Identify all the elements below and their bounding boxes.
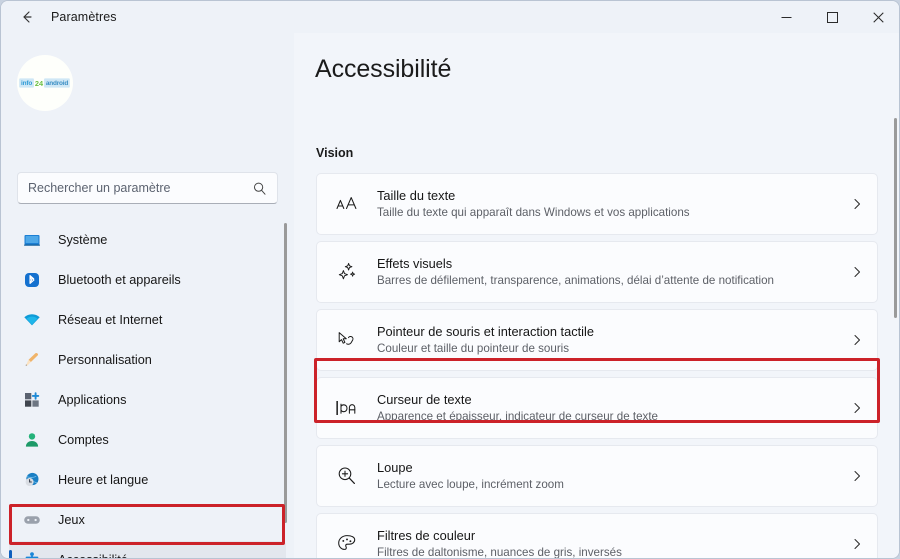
card-text: Pointeur de souris et interaction tactil… xyxy=(377,323,837,357)
apps-icon xyxy=(21,389,43,411)
sidebar-item-label: Réseau et Internet xyxy=(58,313,163,327)
search-icon xyxy=(252,181,267,196)
person-icon xyxy=(21,429,43,451)
section-title-vision: Vision xyxy=(316,146,354,160)
sidebar-item-applications[interactable]: Applications xyxy=(9,381,286,419)
avatar-logo-number: 24 xyxy=(35,78,44,88)
title-bar: Paramètres xyxy=(1,1,899,33)
chevron-right-icon xyxy=(837,334,877,346)
card-loupe[interactable]: Loupe Lecture avec loupe, incrément zoom xyxy=(316,445,878,507)
avatar: info 24 android xyxy=(17,55,73,111)
window-controls xyxy=(763,1,899,33)
card-text: Curseur de texte Apparence et épaisseur,… xyxy=(377,391,837,425)
main-content: Accessibilité Vision Taille du texte Tai… xyxy=(294,33,899,559)
sidebar-item-heure-et-langue[interactable]: Heure et langue xyxy=(9,461,286,499)
minimize-icon xyxy=(781,12,792,23)
page-title: Accessibilité xyxy=(315,55,452,83)
sidebar-item-label: Bluetooth et appareils xyxy=(58,273,181,287)
app-title: Paramètres xyxy=(51,10,117,24)
sidebar-item-personnalisation[interactable]: Personnalisation xyxy=(9,341,286,379)
search-container xyxy=(17,172,278,204)
card-subtitle: Lecture avec loupe, incrément zoom xyxy=(377,478,564,492)
monitor-icon xyxy=(21,229,43,251)
close-button[interactable] xyxy=(855,1,899,33)
card-effets-visuels[interactable]: Effets visuels Barres de défilement, tra… xyxy=(316,241,878,303)
bluetooth-icon xyxy=(21,269,43,291)
card-text: Filtres de couleur Filtres de daltonisme… xyxy=(377,527,837,559)
card-pointeur-de-souris-et-interaction-tactile[interactable]: Pointeur de souris et interaction tactil… xyxy=(316,309,878,371)
card-title: Effets visuels xyxy=(377,256,453,272)
card-curseur-de-texte[interactable]: Curseur de texte Apparence et épaisseur,… xyxy=(316,377,878,439)
sidebar-item-label: Comptes xyxy=(58,433,109,447)
chevron-right-icon xyxy=(837,266,877,278)
card-taille-du-texte[interactable]: Taille du texte Taille du texte qui appa… xyxy=(316,173,878,235)
card-text: Effets visuels Barres de défilement, tra… xyxy=(377,255,837,289)
card-subtitle: Couleur et taille du pointeur de souris xyxy=(377,342,570,356)
sidebar-item-accessibilite[interactable]: Accessibilité xyxy=(9,541,286,558)
sidebar-item-bluetooth-et-appareils[interactable]: Bluetooth et appareils xyxy=(9,261,286,299)
close-icon xyxy=(872,11,884,23)
clock-globe-icon xyxy=(21,469,43,491)
chevron-right-icon xyxy=(837,470,877,482)
chevron-right-icon xyxy=(837,198,877,210)
maximize-button[interactable] xyxy=(809,1,855,33)
sidebar-item-label: Système xyxy=(58,233,108,247)
search-box[interactable] xyxy=(17,172,278,204)
card-title: Taille du texte xyxy=(377,188,456,204)
sidebar-item-label: Jeux xyxy=(58,513,85,527)
magnifier-plus-icon xyxy=(333,462,361,490)
chevron-right-icon xyxy=(837,402,877,414)
main-scrollbar[interactable] xyxy=(894,118,897,318)
card-subtitle: Apparence et épaisseur, indicateur de cu… xyxy=(377,410,659,424)
sidebar-item-label: Heure et langue xyxy=(58,473,149,487)
settings-window: Paramètres info 24 android Rechercher un… xyxy=(0,0,900,559)
sidebar: info 24 android Rechercher un paramètre … xyxy=(1,33,294,558)
back-button[interactable] xyxy=(9,1,45,33)
text-cursor-icon xyxy=(333,394,361,422)
card-title: Filtres de couleur xyxy=(377,528,476,544)
sidebar-nav: Système Bluetooth et appareils Réseau et… xyxy=(9,221,286,558)
card-subtitle: Taille du texte qui apparaît dans Window… xyxy=(377,206,690,220)
sidebar-item-reseau-et-internet[interactable]: Réseau et Internet xyxy=(9,301,286,339)
card-text: Taille du texte Taille du texte qui appa… xyxy=(377,187,837,221)
card-title: Pointeur de souris et interaction tactil… xyxy=(377,324,594,340)
wifi-icon xyxy=(21,309,43,331)
sidebar-scrollbar[interactable] xyxy=(284,223,287,523)
card-subtitle: Barres de défilement, transparence, anim… xyxy=(377,274,775,288)
avatar-logo: info 24 android xyxy=(19,78,71,88)
card-subtitle: Filtres de daltonisme, nuances de gris, … xyxy=(377,546,622,559)
gamepad-icon xyxy=(21,509,43,531)
mouse-pointer-icon xyxy=(333,326,361,354)
card-text: Loupe Lecture avec loupe, incrément zoom xyxy=(377,459,837,493)
color-palette-icon xyxy=(333,530,361,558)
chevron-right-icon xyxy=(837,538,877,550)
text-size-icon xyxy=(333,190,361,218)
sidebar-item-comptes[interactable]: Comptes xyxy=(9,421,286,459)
sidebar-item-label: Accessibilité xyxy=(58,553,128,558)
sidebar-item-label: Applications xyxy=(58,393,127,407)
settings-card-list: Taille du texte Taille du texte qui appa… xyxy=(316,173,878,559)
sidebar-item-label: Personnalisation xyxy=(58,353,152,367)
avatar-logo-part1: info xyxy=(19,78,35,88)
sidebar-item-systeme[interactable]: Système xyxy=(9,221,286,259)
avatar-logo-part2: android xyxy=(44,78,71,88)
paintbrush-icon xyxy=(21,349,43,371)
sidebar-item-jeux[interactable]: Jeux xyxy=(9,501,286,539)
maximize-icon xyxy=(826,11,838,23)
card-title: Loupe xyxy=(377,460,413,476)
search-input[interactable] xyxy=(28,181,252,195)
user-account-row[interactable]: info 24 android xyxy=(17,55,73,111)
card-title: Curseur de texte xyxy=(377,392,472,408)
back-arrow-icon xyxy=(19,9,35,25)
minimize-button[interactable] xyxy=(763,1,809,33)
sparkles-icon xyxy=(333,258,361,286)
card-filtres-de-couleur[interactable]: Filtres de couleur Filtres de daltonisme… xyxy=(316,513,878,559)
accessibility-icon xyxy=(21,549,43,558)
